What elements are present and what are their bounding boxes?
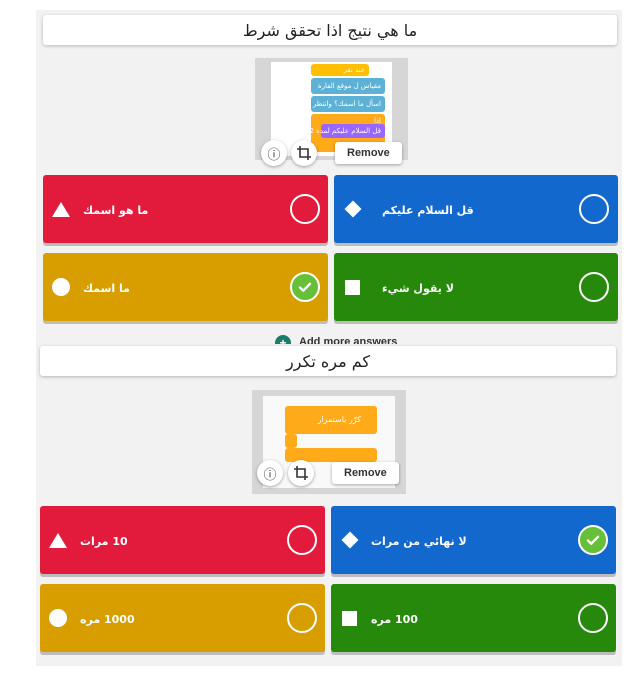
square-icon xyxy=(345,280,360,295)
add-more-answers-button[interactable]: + Add more answers xyxy=(275,335,397,344)
info-button[interactable]: ⓘ xyxy=(257,460,283,486)
answer-1-triangle[interactable]: ما هو اسمك xyxy=(43,175,328,243)
question-card-1: ما هي نتيج اذا تحقق شرط عند نقر مقياس ل … xyxy=(36,10,622,344)
circle-icon xyxy=(52,278,70,296)
crop-button[interactable] xyxy=(288,460,314,486)
answer-3-circle[interactable]: 1000 مره xyxy=(40,584,325,652)
checkmark-icon xyxy=(586,535,600,545)
scratch-block-forever-arm xyxy=(285,434,297,448)
question-card-2: كم مره تكرر كرّر باستمرار ⓘ Remove 10 مر… xyxy=(36,344,622,666)
scratch-block-ask: اسأل ما اسمك؟ وانتظر xyxy=(311,96,385,112)
remove-image-button[interactable]: Remove xyxy=(332,462,399,484)
answer-2-label: لا نهائي من مرات xyxy=(371,535,467,548)
answer-2-label: قل السلام عليكم xyxy=(382,204,474,217)
answer-3-circle[interactable]: ما اسمك xyxy=(43,253,328,321)
answer-2-correct-toggle[interactable] xyxy=(579,194,609,224)
question-image: عند نقر مقياس ل موقع الفارة اسأل ما اسمك… xyxy=(255,58,408,166)
answer-4-label: 100 مره xyxy=(371,613,418,626)
info-button[interactable]: ⓘ xyxy=(261,140,287,166)
crop-icon xyxy=(297,146,311,160)
answer-1-correct-toggle[interactable] xyxy=(287,525,317,555)
checkmark-icon xyxy=(298,282,312,292)
info-icon: ⓘ xyxy=(267,147,281,163)
answer-2-diamond[interactable]: قل السلام عليكم xyxy=(334,175,618,243)
question-title-input[interactable]: كم مره تكرر xyxy=(40,346,616,376)
answer-4-correct-toggle[interactable] xyxy=(579,272,609,302)
crop-icon xyxy=(294,466,308,480)
answer-1-correct-toggle[interactable] xyxy=(290,194,320,224)
answer-1-triangle[interactable]: 10 مرات xyxy=(40,506,325,574)
info-icon: ⓘ xyxy=(263,467,277,483)
answer-4-square[interactable]: لا يقول شيء xyxy=(334,253,618,321)
add-more-answers-label: Add more answers xyxy=(299,335,398,345)
question-image: كرّر باستمرار ⓘ Remove xyxy=(252,390,406,494)
scratch-block-say: قل السلام عليكم لمدة 2 ثانية xyxy=(295,124,385,138)
answer-1-label: ما هو اسمك xyxy=(83,204,149,217)
answer-4-square[interactable]: 100 مره xyxy=(331,584,616,652)
plus-icon: + xyxy=(275,335,291,344)
scratch-block-hat: عند نقر xyxy=(311,64,369,76)
remove-image-button[interactable]: Remove xyxy=(335,142,402,164)
answer-2-correct-toggle[interactable] xyxy=(578,525,608,555)
question-title-text: كم مره تكرر xyxy=(285,351,371,371)
answer-4-correct-toggle[interactable] xyxy=(578,603,608,633)
diamond-icon xyxy=(341,531,359,549)
triangle-icon xyxy=(52,202,70,217)
answer-2-diamond[interactable]: لا نهائي من مرات xyxy=(331,506,616,574)
answer-3-correct-toggle[interactable] xyxy=(290,272,320,302)
answer-1-label: 10 مرات xyxy=(80,535,128,548)
answer-3-correct-toggle[interactable] xyxy=(287,603,317,633)
scratch-block-sense: مقياس ل موقع الفارة xyxy=(311,78,385,94)
crop-button[interactable] xyxy=(291,140,317,166)
answer-3-label: 1000 مره xyxy=(80,613,135,626)
scratch-block-forever: كرّر باستمرار xyxy=(285,406,377,434)
answer-4-label: لا يقول شيء xyxy=(382,282,454,295)
circle-icon xyxy=(49,609,67,627)
diamond-icon xyxy=(344,200,362,218)
square-icon xyxy=(342,611,357,626)
question-title-text: ما هي نتيج اذا تحقق شرط xyxy=(242,20,418,40)
answer-3-label: ما اسمك xyxy=(83,282,130,295)
triangle-icon xyxy=(49,533,67,548)
question-title-input[interactable]: ما هي نتيج اذا تحقق شرط xyxy=(43,15,617,45)
